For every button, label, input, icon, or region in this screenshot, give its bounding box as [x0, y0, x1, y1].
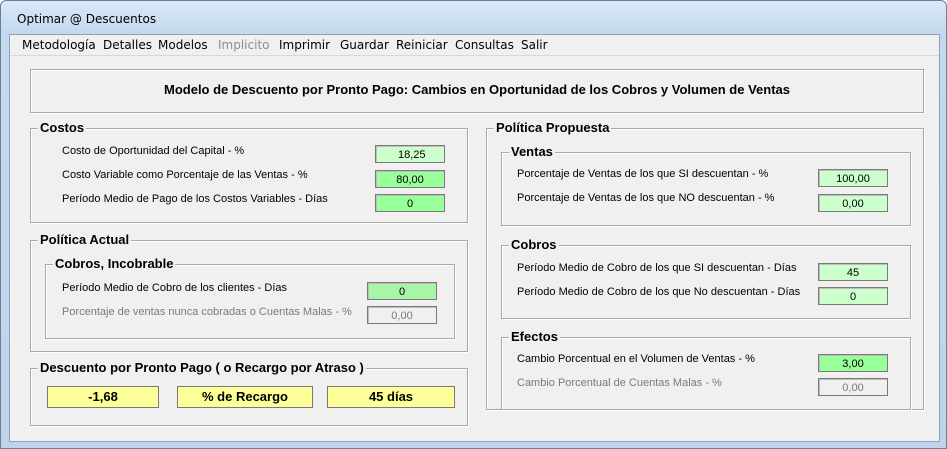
descuento-value: -1,68 — [47, 386, 159, 408]
client-area: Metodología Detalles Modelos Implicito I… — [9, 34, 940, 442]
efectos-title: Efectos — [509, 329, 560, 344]
periodo-pago-input[interactable]: 0 — [375, 194, 445, 212]
cobro-si-label: Período Medio de Cobro de los que SI des… — [517, 262, 797, 274]
costo-oportunidad-label: Costo de Oportunidad del Capital - % — [62, 145, 245, 157]
periodo-pago-label: Período Medio de Pago de los Costos Vari… — [62, 193, 328, 205]
politica-actual-title: Política Actual — [38, 232, 132, 247]
menu-bar: Metodología Detalles Modelos Implicito I… — [10, 35, 939, 56]
menu-detalles[interactable]: Detalles — [103, 38, 152, 52]
model-title: Modelo de Descuento por Pronto Pago: Cam… — [164, 82, 790, 97]
costo-variable-input[interactable]: 80,00 — [375, 170, 445, 188]
periodo-cobro-clientes-label: Período Medio de Cobro de los clientes -… — [62, 282, 288, 294]
cobros-incobrable-title: Cobros, Incobrable — [53, 256, 176, 271]
cambio-cuentas-malas-label: Cambio Porcentual de Cuentas Malas - % — [517, 377, 722, 389]
menu-imprimir[interactable]: Imprimir — [279, 38, 330, 52]
model-header: Modelo de Descuento por Pronto Pago: Cam… — [30, 69, 924, 113]
cambio-volumen-label: Cambio Porcentual en el Volumen de Venta… — [517, 353, 755, 365]
ventas-si-label: Porcentaje de Ventas de los que SI descu… — [517, 168, 769, 180]
menu-reiniciar[interactable]: Reiniciar — [396, 38, 448, 52]
efectos-group: Efectos Cambio Porcentual en el Volumen … — [501, 329, 911, 410]
descuento-group: Descuento por Pronto Pago ( o Recargo po… — [30, 360, 468, 426]
politica-propuesta-title: Política Propuesta — [494, 120, 612, 135]
costo-oportunidad-input[interactable]: 18,25 — [375, 145, 445, 163]
costo-variable-label: Costo Variable como Porcentaje de las Ve… — [62, 169, 308, 181]
cobros-propuesta-title: Cobros — [509, 237, 559, 252]
menu-consultas[interactable]: Consultas — [455, 38, 514, 52]
menu-salir[interactable]: Salir — [521, 38, 548, 52]
politica-actual-group: Política Actual Cobros, Incobrable Perío… — [30, 232, 468, 352]
ventas-group: Ventas Porcentaje de Ventas de los que S… — [501, 144, 911, 226]
descuento-type: % de Recargo — [177, 386, 313, 408]
costos-group: Costos Costo de Oportunidad del Capital … — [30, 120, 468, 223]
menu-guardar[interactable]: Guardar — [340, 38, 389, 52]
cobro-si-input[interactable]: 45 — [818, 263, 888, 281]
ventas-no-label: Porcentaje de Ventas de los que NO descu… — [517, 192, 775, 204]
menu-implicito: Implicito — [218, 38, 270, 52]
main-panel: Modelo de Descuento por Pronto Pago: Cam… — [10, 56, 939, 441]
ventas-si-input[interactable]: 100,00 — [818, 169, 888, 187]
cobros-propuesta-group: Cobros Período Medio de Cobro de los que… — [501, 237, 911, 319]
window-title: Optimar @ Descuentos — [17, 12, 157, 26]
cobro-no-label: Período Medio de Cobro de los que No des… — [517, 286, 801, 298]
descuento-title: Descuento por Pronto Pago ( o Recargo po… — [38, 360, 366, 375]
title-bar[interactable]: Optimar @ Descuentos — [1, 1, 946, 33]
politica-propuesta-group: Política Propuesta Ventas Porcentaje de … — [486, 120, 924, 410]
menu-modelos[interactable]: Modelos — [158, 38, 208, 52]
cobros-incobrable-group: Cobros, Incobrable Período Medio de Cobr… — [45, 256, 455, 339]
app-window: Optimar @ Descuentos Metodología Detalle… — [0, 0, 947, 449]
descuento-days: 45 días — [327, 386, 455, 408]
cuentas-malas-input: 0,00 — [367, 306, 437, 324]
menu-metodologia[interactable]: Metodología — [22, 38, 96, 52]
ventas-title: Ventas — [509, 144, 555, 159]
cambio-cuentas-malas-input: 0,00 — [818, 378, 888, 396]
cuentas-malas-label: Porcentaje de ventas nunca cobradas o Cu… — [62, 306, 352, 318]
costos-title: Costos — [38, 120, 87, 135]
periodo-cobro-clientes-input[interactable]: 0 — [367, 282, 437, 300]
ventas-no-input[interactable]: 0,00 — [818, 194, 888, 212]
cambio-volumen-input[interactable]: 3,00 — [818, 354, 888, 372]
cobro-no-input[interactable]: 0 — [818, 287, 888, 305]
